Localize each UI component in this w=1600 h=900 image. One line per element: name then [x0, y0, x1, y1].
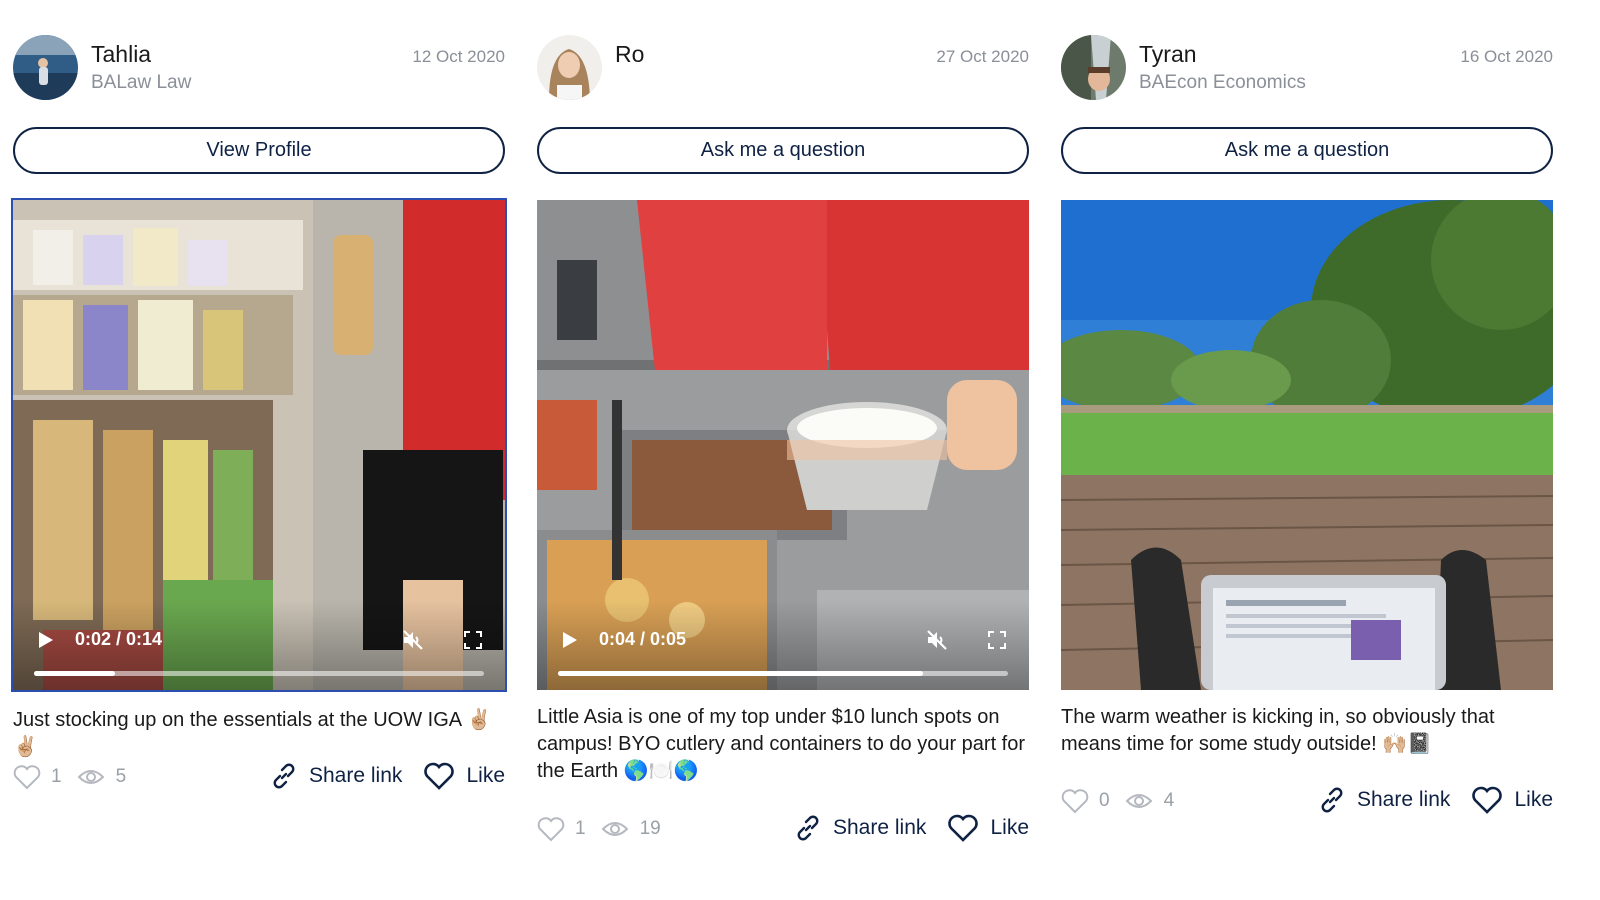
- view-count: 5: [115, 766, 127, 787]
- link-icon: [1321, 787, 1343, 813]
- post-image[interactable]: [1061, 200, 1553, 690]
- avatar[interactable]: [13, 35, 78, 100]
- heart-icon: [948, 814, 979, 842]
- share-link-button[interactable]: Share link: [795, 815, 926, 841]
- share-link-label: Share link: [309, 764, 403, 787]
- share-link-button[interactable]: Share link: [271, 763, 402, 789]
- ask-question-button[interactable]: Ask me a question: [1061, 127, 1553, 174]
- like-count: 1: [51, 766, 62, 787]
- like-button[interactable]: Like: [1472, 786, 1553, 814]
- author-degree: BALaw Law: [91, 72, 192, 93]
- video-progress-bar[interactable]: [558, 671, 1008, 676]
- heart-icon: [13, 765, 41, 790]
- view-count: 4: [1163, 790, 1175, 811]
- post-stats: 1 5: [13, 764, 126, 790]
- heart-icon: [537, 817, 565, 842]
- share-link-button[interactable]: Share link: [1319, 787, 1450, 813]
- like-button[interactable]: Like: [948, 814, 1029, 842]
- video-progress-fill: [34, 671, 115, 676]
- video-player[interactable]: 0:02 / 0:14: [11, 198, 507, 692]
- like-label: Like: [990, 816, 1029, 839]
- muted-speaker-icon[interactable]: [401, 628, 425, 652]
- video-controls: 0:02 / 0:14: [13, 600, 505, 690]
- post-card: Tyran BAEcon Economics 16 Oct 2020 Ask m…: [1061, 0, 1553, 900]
- play-icon[interactable]: [559, 630, 579, 650]
- view-count: 19: [639, 818, 661, 839]
- post-card: Tahlia BALaw Law 12 Oct 2020 View Profil…: [11, 0, 507, 900]
- author-name[interactable]: Tahlia: [91, 41, 151, 68]
- eye-icon: [1125, 794, 1152, 808]
- video-time: 0:04 / 0:05: [599, 629, 687, 649]
- heart-icon: [1472, 786, 1503, 814]
- heart-icon: [424, 762, 455, 790]
- post-caption: Just stocking up on the essentials at th…: [13, 709, 492, 758]
- post-card: Ro 27 Oct 2020 Ask me a question 0:04 / …: [537, 0, 1029, 900]
- author-degree: BAEcon Economics: [1139, 72, 1306, 93]
- eye-icon: [77, 770, 104, 784]
- fullscreen-icon[interactable]: [987, 630, 1007, 650]
- author-name[interactable]: Tyran: [1139, 41, 1197, 68]
- post-caption: Little Asia is one of my top under $10 l…: [537, 706, 1026, 782]
- muted-speaker-icon[interactable]: [925, 628, 949, 652]
- post-date: 27 Oct 2020: [936, 47, 1029, 66]
- link-icon: [797, 815, 819, 841]
- like-label: Like: [1514, 788, 1553, 811]
- post-date: 16 Oct 2020: [1460, 47, 1553, 66]
- video-progress-bar[interactable]: [34, 671, 484, 676]
- fullscreen-icon[interactable]: [463, 630, 483, 650]
- post-caption: The warm weather is kicking in, so obvio…: [1061, 706, 1495, 755]
- ask-question-button[interactable]: Ask me a question: [537, 127, 1029, 174]
- video-player[interactable]: 0:04 / 0:05: [537, 200, 1029, 690]
- share-link-label: Share link: [1357, 788, 1451, 811]
- photo: [1061, 200, 1553, 690]
- avatar-image: [13, 35, 78, 100]
- eye-icon: [601, 822, 628, 836]
- avatar[interactable]: [1061, 35, 1126, 100]
- view-profile-button[interactable]: View Profile: [13, 127, 505, 174]
- play-icon[interactable]: [35, 630, 55, 650]
- link-icon: [273, 763, 295, 789]
- video-time: 0:02 / 0:14: [75, 629, 163, 649]
- like-button[interactable]: Like: [424, 762, 505, 790]
- post-date: 12 Oct 2020: [412, 47, 505, 66]
- video-progress-fill: [558, 671, 923, 676]
- post-stats: 0 4: [1061, 788, 1174, 814]
- like-count: 0: [1099, 790, 1110, 811]
- author-name[interactable]: Ro: [615, 41, 644, 68]
- like-count: 1: [575, 818, 586, 839]
- avatar[interactable]: [537, 35, 602, 100]
- avatar-image: [1061, 35, 1126, 100]
- post-stats: 1 19: [537, 816, 661, 842]
- like-label: Like: [466, 764, 505, 787]
- share-link-label: Share link: [833, 816, 927, 839]
- avatar-image: [537, 35, 602, 100]
- heart-icon: [1061, 789, 1089, 814]
- video-controls: 0:04 / 0:05: [537, 600, 1029, 690]
